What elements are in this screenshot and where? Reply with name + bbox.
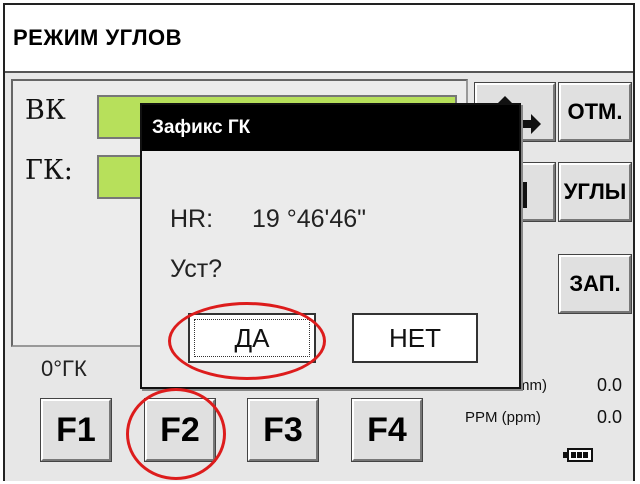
ppm-label: PPM (ppm): [465, 409, 541, 426]
no-button[interactable]: НЕТ: [352, 313, 478, 363]
f3-label: F3: [263, 410, 303, 449]
f2-button[interactable]: F2: [144, 398, 216, 462]
ugly-label: УГЛЫ: [563, 179, 627, 204]
f4-label: F4: [367, 410, 407, 449]
dialog-title: Зафикс ГК: [152, 117, 251, 138]
page-title: РЕЖИМ УГЛОВ: [13, 25, 183, 50]
zap-button[interactable]: ЗАП.: [558, 254, 632, 314]
title-bar: РЕЖИМ УГЛОВ: [5, 5, 633, 73]
focus-rectangle: [194, 319, 310, 357]
f1-button[interactable]: F1: [40, 398, 112, 462]
gk-label: ГК:: [25, 155, 73, 186]
otm-button[interactable]: ОТМ.: [558, 82, 632, 142]
dialog-title-bar: Зафикс ГК: [142, 105, 519, 151]
instrument-screen: РЕЖИМ УГЛОВ ВК ГК: ОТМ. УГЛЫ ЗАП. 0°ГК F…: [3, 3, 635, 481]
yes-button[interactable]: ДА: [188, 313, 316, 363]
set-hr-dialog: Зафикс ГК HR: 19 °46'46" Уст? ДА НЕТ: [140, 103, 521, 389]
prism-constant-value: 0.0: [597, 375, 623, 395]
f2-label: F2: [160, 410, 200, 449]
ugly-button[interactable]: УГЛЫ: [558, 162, 632, 222]
f1-label: F1: [56, 410, 96, 449]
vk-label: ВК: [25, 95, 66, 126]
f3-button[interactable]: F3: [247, 398, 319, 462]
battery-icon: [563, 448, 595, 462]
hr-label: HR:: [170, 205, 214, 233]
otm-label: ОТМ.: [567, 99, 623, 124]
confirm-question: Уст?: [170, 255, 223, 283]
ppm-value: 0.0: [597, 407, 623, 427]
zero-hr-label: 0°ГК: [41, 356, 87, 381]
hr-value: 19 °46'46": [252, 205, 367, 233]
zap-label: ЗАП.: [569, 271, 621, 296]
no-label: НЕТ: [389, 322, 441, 353]
f4-button[interactable]: F4: [351, 398, 423, 462]
prism-constant-label: mm): [517, 377, 547, 394]
